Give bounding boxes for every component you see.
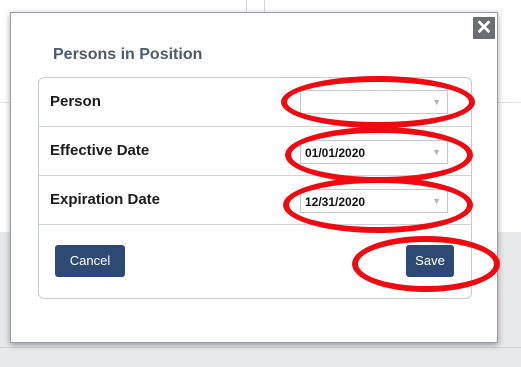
background-divider xyxy=(0,347,521,348)
chevron-down-icon: ▼ xyxy=(432,97,441,107)
expiration-date-select[interactable]: 12/31/2020 ▼ xyxy=(300,189,448,213)
person-select[interactable]: ▼ xyxy=(300,90,448,114)
persons-in-position-dialog: ✕ Persons in Position Person ▼ Effective… xyxy=(10,12,498,343)
close-icon[interactable]: ✕ xyxy=(473,17,495,39)
effective-date-select[interactable]: 01/01/2020 ▼ xyxy=(300,140,448,164)
expiration-date-value: 12/31/2020 xyxy=(305,195,366,209)
person-label: Person xyxy=(50,93,101,110)
background-divider xyxy=(497,102,521,103)
cancel-button[interactable]: Cancel xyxy=(55,245,125,277)
expiration-date-label: Expiration Date xyxy=(50,191,161,208)
save-button[interactable]: Save xyxy=(406,245,454,277)
form-row-expiration-date: Expiration Date 12/31/2020 ▼ xyxy=(39,176,471,225)
effective-date-value: 01/01/2020 xyxy=(305,146,366,160)
form-row-effective-date: Effective Date 01/01/2020 ▼ xyxy=(39,127,471,176)
dialog-title: Persons in Position xyxy=(53,46,203,63)
form-panel: Person ▼ Effective Date 01/01/2020 ▼ Exp… xyxy=(38,77,472,299)
effective-date-label: Effective Date xyxy=(50,142,150,159)
form-row-person: Person ▼ xyxy=(39,78,471,127)
chevron-down-icon: ▼ xyxy=(432,196,441,206)
chevron-down-icon: ▼ xyxy=(432,147,441,157)
